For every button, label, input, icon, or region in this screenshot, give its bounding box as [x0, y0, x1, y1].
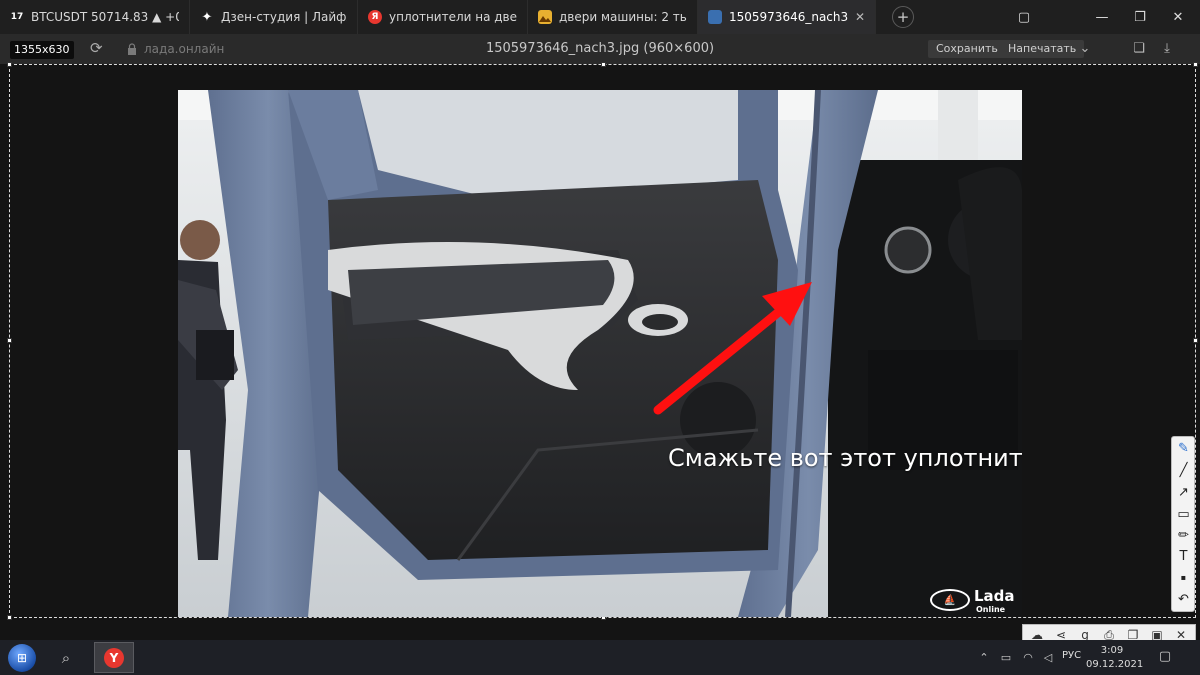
- line-icon[interactable]: ╱: [1175, 462, 1192, 479]
- download-icon[interactable]: ⤓: [1158, 40, 1176, 58]
- tradingview-icon: 17: [10, 12, 24, 22]
- resize-handle[interactable]: [7, 338, 12, 343]
- text-icon[interactable]: T: [1175, 548, 1192, 565]
- clock-time: 3:09: [1100, 645, 1124, 656]
- lada-online-watermark: ⛵ Lada Online: [930, 586, 1015, 614]
- resize-handle[interactable]: [601, 62, 606, 67]
- car-door-illustration: [178, 90, 1022, 617]
- size-icon[interactable]: ▪: [1175, 569, 1192, 586]
- marker-icon[interactable]: ✎: [1175, 440, 1192, 457]
- collections-icon[interactable]: ❏: [1130, 40, 1148, 58]
- tabs-menu-icon[interactable]: ▢: [1006, 0, 1042, 34]
- car-door-photo: Смажьте вот этот уплотнитель ⛵ Lada Onli…: [178, 90, 1022, 617]
- resize-handle[interactable]: [7, 62, 12, 67]
- reload-icon[interactable]: ⟳: [90, 40, 106, 56]
- brand-name: Lada: [974, 587, 1015, 605]
- wifi-icon[interactable]: ◠: [1020, 650, 1036, 666]
- tab-image-search[interactable]: двери машины: 2 тыс изоб: [528, 0, 698, 34]
- lock-icon: [128, 43, 136, 55]
- rectangle-icon[interactable]: ▭: [1175, 506, 1192, 523]
- resize-handle[interactable]: [7, 615, 12, 620]
- url-field[interactable]: лада.онлайн: [120, 39, 232, 59]
- save-button[interactable]: Сохранить: [928, 40, 1006, 58]
- tab-label: уплотнители на двери лад: [389, 10, 517, 24]
- lada-logo-icon: ⛵: [930, 589, 970, 611]
- tab-zen-studio[interactable]: ✦ Дзен-студия | Лайфхаки д: [190, 0, 358, 34]
- start-button[interactable]: ⊞: [2, 641, 42, 674]
- battery-icon[interactable]: ▭: [998, 650, 1014, 666]
- volume-icon[interactable]: ◁: [1040, 650, 1056, 666]
- brand-sub: Online: [976, 605, 1006, 614]
- clock[interactable]: 3:09 09.12.2021: [1086, 644, 1144, 672]
- windows-logo-icon: ⊞: [8, 643, 36, 672]
- photo-caption: Смажьте вот этот уплотнитель: [668, 444, 1022, 472]
- chevron-down-icon[interactable]: ⌄: [1076, 40, 1094, 58]
- drawing-toolbar: ✎ ╱ ↗ ▭ ✏ T ▪ ↶: [1171, 436, 1195, 612]
- tab-label: 1505973646_nach3.jpg: [729, 10, 849, 24]
- file-title: 1505973646_nach3.jpg (960×600): [485, 41, 715, 56]
- notifications-icon[interactable]: ▢: [1156, 649, 1174, 665]
- minimize-button[interactable]: —: [1084, 0, 1120, 34]
- screen: 17 BTCUSDT 50714.83 ▲ +0.4 ✦ Дзен-студия…: [0, 0, 1200, 675]
- clock-date: 09.12.2021: [1086, 659, 1144, 670]
- image-viewer: Смажьте вот этот уплотнитель ⛵ Lada Onli…: [0, 62, 1200, 640]
- dimensions-badge: 1355x630: [10, 41, 74, 59]
- undo-icon[interactable]: ↶: [1175, 591, 1192, 608]
- print-button[interactable]: Напечатать: [1000, 40, 1085, 58]
- resize-handle[interactable]: [1193, 338, 1198, 343]
- tab-btcusdt[interactable]: 17 BTCUSDT 50714.83 ▲ +0.4: [0, 0, 190, 34]
- browser-tab-bar: 17 BTCUSDT 50714.83 ▲ +0.4 ✦ Дзен-студия…: [0, 0, 1200, 34]
- zen-icon: ✦: [201, 9, 213, 25]
- windows-taskbar: ⊞ ⌕ Y ⌃ ▭ ◠ ◁ РУС 3:09 09.12.2021 ▢: [0, 640, 1200, 675]
- address-bar: 1355x630 ⟳ лада.онлайн 1505973646_nach3.…: [0, 34, 1200, 64]
- image-icon: [538, 10, 552, 24]
- tray-chevron-icon[interactable]: ⌃: [976, 650, 992, 666]
- close-window-button[interactable]: ✕: [1160, 0, 1196, 34]
- close-tab-icon[interactable]: ✕: [855, 10, 865, 24]
- tab-yandex-search[interactable]: Я уплотнители на двери лад: [358, 0, 528, 34]
- pencil-icon[interactable]: ✏: [1175, 527, 1192, 544]
- taskbar-yandex-browser[interactable]: Y: [94, 642, 134, 673]
- language-indicator[interactable]: РУС: [1062, 650, 1081, 661]
- resize-handle[interactable]: [1193, 62, 1198, 67]
- yandex-browser-icon: Y: [104, 647, 124, 668]
- tab-image-file[interactable]: 1505973646_nach3.jpg ✕: [698, 0, 876, 34]
- search-icon[interactable]: ⌕: [56, 648, 76, 668]
- tab-label: Дзен-студия | Лайфхаки д: [221, 10, 347, 24]
- yandex-icon: Я: [368, 10, 382, 24]
- image-file-icon: [708, 10, 722, 24]
- url-text: лада.онлайн: [144, 42, 225, 56]
- new-tab-button[interactable]: +: [892, 6, 914, 28]
- restore-button[interactable]: ❐: [1122, 0, 1158, 34]
- arrow-icon[interactable]: ↗: [1175, 484, 1192, 501]
- tab-label: двери машины: 2 тыс изоб: [559, 10, 687, 24]
- tab-label: BTCUSDT 50714.83 ▲ +0.4: [31, 10, 179, 24]
